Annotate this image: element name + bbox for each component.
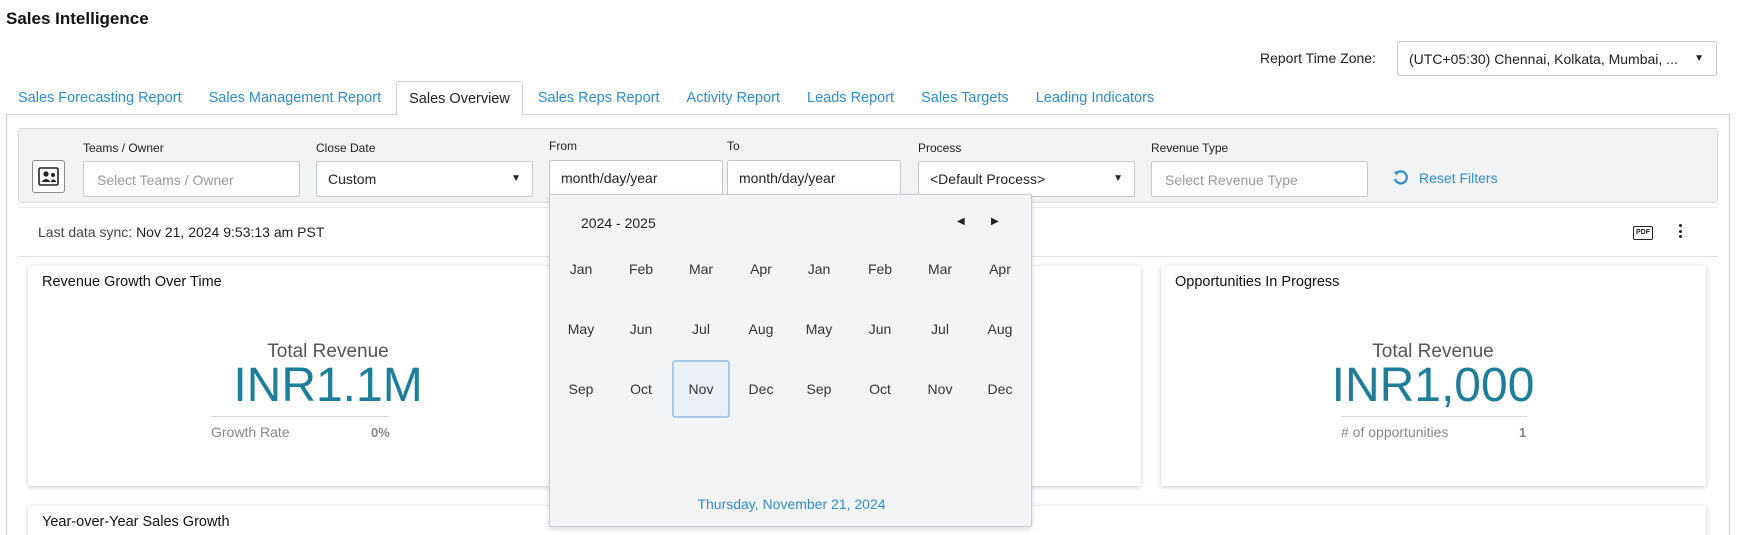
- timezone-value: (UTC+05:30) Chennai, Kolkata, Mumbai, ..…: [1409, 51, 1678, 67]
- chevron-left-icon[interactable]: ◀: [957, 216, 965, 227]
- month-cell[interactable]: May: [552, 300, 610, 358]
- divider: [1341, 416, 1527, 417]
- metric-sub-label: # of opportunities: [1341, 424, 1449, 440]
- month-cell[interactable]: Sep: [790, 360, 848, 418]
- month-cell[interactable]: Aug: [732, 300, 790, 358]
- report-tabs: Sales Forecasting Report Sales Managemen…: [6, 81, 1169, 116]
- card-title: Opportunities In Progress: [1175, 274, 1340, 290]
- divider: [211, 416, 389, 417]
- card-title: Revenue Growth Over Time: [42, 274, 222, 290]
- month-cell[interactable]: Apr: [732, 240, 790, 298]
- month-cell[interactable]: Jul: [911, 300, 969, 358]
- tab-divider: [6, 114, 1730, 115]
- month-cell[interactable]: Oct: [851, 360, 909, 418]
- metric-sub-value: 1: [1519, 425, 1527, 440]
- tab-sales-management[interactable]: Sales Management Report: [197, 81, 394, 115]
- process-select[interactable]: <Default Process> ▼: [918, 161, 1135, 197]
- tab-sales-forecasting[interactable]: Sales Forecasting Report: [6, 81, 194, 115]
- panel-border: [6, 114, 7, 535]
- last-sync-value: Nov 21, 2024 9:53:13 am PST: [136, 224, 325, 240]
- revenue-type-label: Revenue Type: [1151, 141, 1229, 155]
- more-vertical-icon[interactable]: [1676, 224, 1684, 242]
- chevron-right-icon[interactable]: ▶: [991, 216, 999, 227]
- tab-activity[interactable]: Activity Report: [675, 81, 792, 115]
- month-cell[interactable]: Mar: [911, 240, 969, 298]
- chevron-down-icon: ▼: [1113, 173, 1123, 184]
- year-range[interactable]: 2024 - 2025: [581, 215, 656, 231]
- metric-sub-label: Growth Rate: [211, 424, 290, 440]
- to-label: To: [727, 139, 740, 153]
- tab-sales-reps[interactable]: Sales Reps Report: [526, 81, 672, 115]
- close-date-label: Close Date: [316, 141, 376, 155]
- month-cell[interactable]: Sep: [552, 360, 610, 418]
- process-label: Process: [918, 141, 962, 155]
- month-cell[interactable]: Nov: [672, 360, 730, 418]
- tab-leading-indicators[interactable]: Leading Indicators: [1024, 81, 1167, 115]
- metric-value: INR1.1M: [233, 359, 423, 412]
- teams-input[interactable]: Select Teams / Owner: [83, 161, 300, 197]
- app-title: Sales Intelligence: [6, 9, 149, 28]
- month-cell[interactable]: Dec: [732, 360, 790, 418]
- timezone-label: Report Time Zone:: [1260, 50, 1376, 66]
- month-cell[interactable]: Feb: [851, 240, 909, 298]
- close-date-value: Custom: [328, 171, 377, 187]
- month-cell[interactable]: Jan: [790, 240, 848, 298]
- metric-sub-value: 0%: [371, 425, 390, 440]
- tab-leads[interactable]: Leads Report: [795, 81, 906, 115]
- month-cell[interactable]: Feb: [612, 240, 670, 298]
- last-sync-label: Last data sync:: [38, 224, 133, 240]
- tab-sales-overview[interactable]: Sales Overview: [396, 81, 523, 116]
- month-cell[interactable]: Dec: [971, 360, 1029, 418]
- month-cell[interactable]: Jan: [552, 240, 610, 298]
- revenue-type-placeholder: Select Revenue Type: [1165, 172, 1298, 188]
- today-link[interactable]: Thursday, November 21, 2024: [550, 496, 1033, 512]
- to-date-input[interactable]: month/day/year: [727, 160, 901, 196]
- from-label: From: [549, 139, 577, 153]
- last-sync: Last data sync: Nov 21, 2024 9:53:13 am …: [38, 224, 324, 240]
- team-view-button[interactable]: [32, 160, 65, 193]
- reset-filters-button[interactable]: Reset Filters: [1392, 169, 1498, 186]
- month-cell[interactable]: Jul: [672, 300, 730, 358]
- month-cell[interactable]: May: [790, 300, 848, 358]
- chevron-down-icon: ▼: [511, 173, 521, 184]
- user-group-icon: [38, 167, 59, 186]
- reset-filters-label: Reset Filters: [1419, 169, 1498, 186]
- panel-border: [1729, 114, 1730, 535]
- metric-value: INR1,000: [1331, 359, 1535, 412]
- timezone-select[interactable]: (UTC+05:30) Chennai, Kolkata, Mumbai, ..…: [1397, 41, 1717, 76]
- from-date-input[interactable]: month/day/year: [549, 160, 723, 196]
- month-cell[interactable]: Jun: [612, 300, 670, 358]
- from-date-value: month/day/year: [561, 170, 658, 186]
- card-title: Year-over-Year Sales Growth: [42, 514, 230, 530]
- month-cell[interactable]: Apr: [971, 240, 1029, 298]
- to-date-value: month/day/year: [739, 170, 836, 186]
- month-cell[interactable]: Aug: [971, 300, 1029, 358]
- pdf-icon[interactable]: PDF: [1633, 226, 1653, 240]
- reset-icon: [1393, 170, 1408, 185]
- opportunities-card: Opportunities In Progress Total Revenue …: [1161, 266, 1706, 486]
- close-date-select[interactable]: Custom ▼: [316, 161, 533, 197]
- chevron-down-icon: ▼: [1694, 53, 1704, 64]
- month-cell[interactable]: Mar: [672, 240, 730, 298]
- teams-placeholder: Select Teams / Owner: [97, 172, 234, 188]
- month-cell[interactable]: Jun: [851, 300, 909, 358]
- date-picker-popup: 2024 - 2025 ◀ ▶ Jan Feb Mar Apr Jan Feb Mar Apr…: [549, 194, 1032, 527]
- revenue-type-input[interactable]: Select Revenue Type: [1151, 161, 1368, 197]
- month-cell[interactable]: Nov: [911, 360, 969, 418]
- month-cell[interactable]: Oct: [612, 360, 670, 418]
- tab-sales-targets[interactable]: Sales Targets: [909, 81, 1021, 115]
- process-value: <Default Process>: [930, 171, 1046, 187]
- teams-label: Teams / Owner: [83, 141, 164, 155]
